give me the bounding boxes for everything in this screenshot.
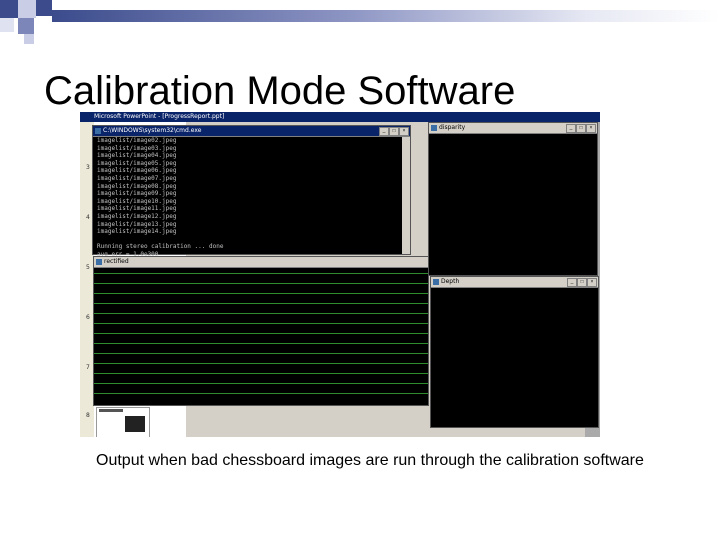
deco-square bbox=[18, 0, 36, 18]
depth-window[interactable]: Depth _ □ × bbox=[430, 276, 599, 428]
rectified-window[interactable]: rectified bbox=[93, 256, 429, 406]
console-title: C:\WINDOWS\system32\cmd.exe bbox=[103, 127, 202, 134]
slide-caption: Output when bad chessboard images are ru… bbox=[96, 452, 644, 469]
rectified-scanline bbox=[94, 353, 428, 354]
window-icon bbox=[96, 259, 102, 265]
depth-titlebar[interactable]: Depth _ □ × bbox=[431, 277, 598, 288]
maximize-button[interactable]: □ bbox=[577, 278, 587, 287]
rectified-scanline bbox=[94, 393, 428, 394]
deco-square bbox=[36, 0, 52, 16]
powerpoint-title: Microsoft PowerPoint - [ProgressReport.p… bbox=[94, 113, 225, 120]
window-icon bbox=[431, 125, 437, 131]
console-output: imagelist/image02.jpeg imagelist/image03… bbox=[97, 137, 224, 258]
minimize-button[interactable]: _ bbox=[566, 124, 576, 133]
rectified-scanline bbox=[94, 313, 428, 314]
rectified-scanline bbox=[94, 323, 428, 324]
slide-number: 3 bbox=[86, 164, 90, 171]
deco-gradient-bar bbox=[52, 10, 720, 22]
rectified-title: rectified bbox=[104, 258, 129, 265]
console-scrollbar[interactable] bbox=[402, 137, 410, 254]
deco-square bbox=[0, 0, 18, 18]
deco-square bbox=[18, 18, 34, 34]
slide-number: 7 bbox=[86, 364, 90, 371]
slide-number: 8 bbox=[86, 412, 90, 419]
depth-title: Depth bbox=[441, 278, 460, 285]
slide-number: 6 bbox=[86, 314, 90, 321]
deco-square bbox=[0, 18, 14, 32]
rectified-scanline bbox=[94, 273, 428, 274]
rectified-scanline bbox=[94, 363, 428, 364]
window-icon bbox=[433, 279, 439, 285]
powerpoint-titlebar: Microsoft PowerPoint - [ProgressReport.p… bbox=[80, 112, 600, 122]
rectified-scanline bbox=[94, 373, 428, 374]
deco-square bbox=[24, 34, 34, 44]
rectified-scanline bbox=[94, 293, 428, 294]
rectified-scanline bbox=[94, 343, 428, 344]
close-button[interactable]: × bbox=[586, 124, 596, 133]
disparity-titlebar[interactable]: disparity _ □ × bbox=[429, 123, 597, 134]
rectified-scanline bbox=[94, 333, 428, 334]
close-button[interactable]: × bbox=[399, 127, 409, 136]
maximize-button[interactable]: □ bbox=[389, 127, 399, 136]
maximize-button[interactable]: □ bbox=[576, 124, 586, 133]
rectified-scanline bbox=[94, 283, 428, 284]
close-button[interactable]: × bbox=[587, 278, 597, 287]
thumbnail-image bbox=[125, 416, 145, 432]
rectified-scanline bbox=[94, 303, 428, 304]
minimize-button[interactable]: _ bbox=[379, 127, 389, 136]
console-titlebar[interactable]: C:\WINDOWS\system32\cmd.exe _ □ × bbox=[93, 126, 410, 137]
slide-thumbnail[interactable] bbox=[96, 407, 150, 437]
minimize-button[interactable]: _ bbox=[567, 278, 577, 287]
console-icon bbox=[95, 128, 101, 134]
disparity-window[interactable]: disparity _ □ × bbox=[428, 122, 598, 276]
disparity-title: disparity bbox=[439, 124, 466, 131]
header-decoration bbox=[0, 0, 720, 45]
console-window[interactable]: C:\WINDOWS\system32\cmd.exe _ □ × imagel… bbox=[92, 125, 411, 258]
thumbnail-text bbox=[99, 409, 123, 412]
rectified-scanline bbox=[94, 383, 428, 384]
slide-title: Calibration Mode Software bbox=[44, 69, 516, 113]
slide-number: 5 bbox=[86, 264, 90, 271]
rectified-titlebar[interactable]: rectified bbox=[94, 257, 428, 268]
slide-number: 4 bbox=[86, 214, 90, 221]
